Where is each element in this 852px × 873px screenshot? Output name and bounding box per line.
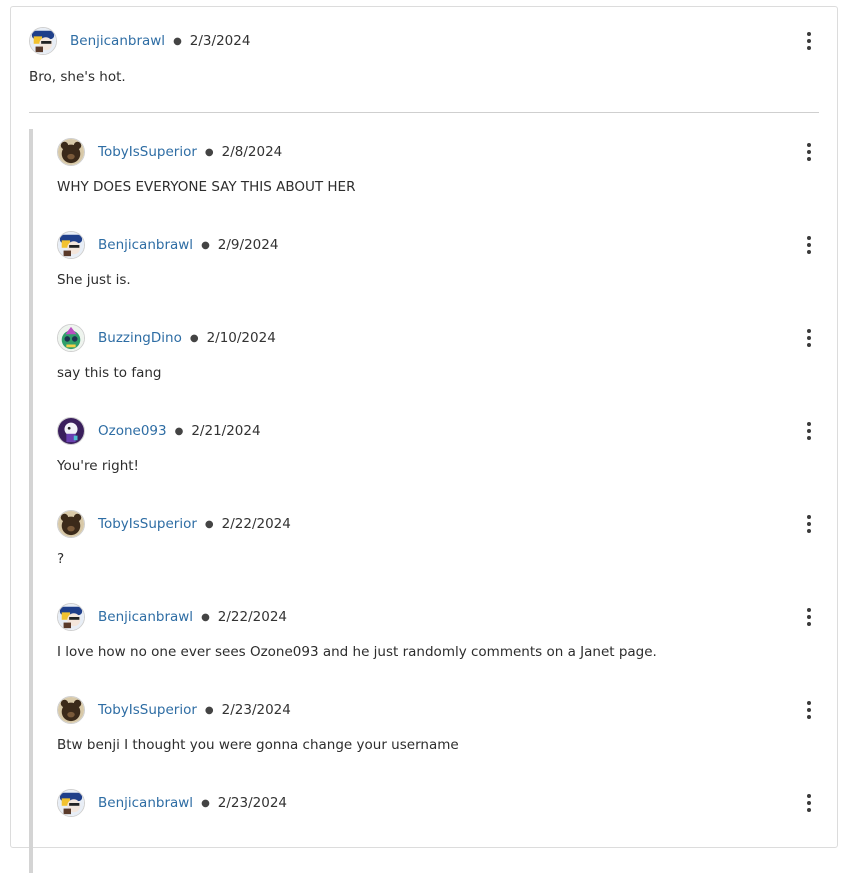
- separator-dot: ●: [204, 704, 214, 716]
- tobyissuperior-avatar-icon[interactable]: [57, 696, 85, 724]
- reply-header: Ozone093 ● 2/21/2024: [57, 408, 819, 447]
- more-options-icon[interactable]: [799, 791, 819, 815]
- more-options-icon[interactable]: [799, 140, 819, 164]
- reply-header: TobyIsSuperior ● 2/8/2024: [57, 129, 819, 168]
- ozone093-avatar-icon[interactable]: [57, 417, 85, 445]
- benjicanbrawl-avatar-icon[interactable]: [57, 231, 85, 259]
- separator-dot: ●: [173, 35, 182, 47]
- reply-date: 2/23/2024: [221, 702, 291, 718]
- more-options-icon[interactable]: [799, 605, 819, 629]
- reply-text: say this to fang: [57, 365, 162, 381]
- benjicanbrawl-avatar-icon[interactable]: [57, 789, 85, 817]
- reply-item: TobyIsSuperior ● 2/23/2024 Btw benji I t…: [29, 687, 819, 780]
- separator-dot: ●: [174, 425, 184, 437]
- separator-dot: ●: [201, 797, 210, 809]
- more-options-icon[interactable]: [799, 29, 819, 53]
- reply-item: TobyIsSuperior ● 2/22/2024 ?: [29, 501, 819, 594]
- more-options-icon[interactable]: [799, 233, 819, 257]
- reply-header: BuzzingDino ● 2/10/2024: [57, 315, 819, 354]
- reply-date: 2/9/2024: [217, 237, 279, 253]
- separator-dot: ●: [201, 239, 210, 251]
- reply-item: Benjicanbrawl ● 2/23/2024: [29, 780, 819, 873]
- reply-header: Benjicanbrawl ● 2/9/2024: [57, 222, 819, 261]
- reply-date: 2/23/2024: [217, 795, 288, 811]
- reply-username[interactable]: Benjicanbrawl: [98, 795, 193, 811]
- comment-card: Benjicanbrawl ● 2/3/2024 Bro, she's hot.…: [10, 6, 838, 873]
- reply-text: WHY DOES EVERYONE SAY THIS ABOUT HER: [57, 179, 356, 195]
- reply-date: 2/8/2024: [221, 144, 283, 160]
- reply-username[interactable]: Ozone093: [98, 423, 167, 439]
- reply-text: ?: [57, 551, 65, 567]
- comment-header: Benjicanbrawl ● 2/3/2024: [29, 25, 819, 57]
- more-options-icon[interactable]: [799, 698, 819, 722]
- reply-header: Benjicanbrawl ● 2/23/2024: [57, 780, 819, 819]
- comment-username[interactable]: Benjicanbrawl: [70, 33, 165, 49]
- reply-username[interactable]: TobyIsSuperior: [98, 516, 197, 532]
- reply-text: I love how no one ever sees Ozone093 and…: [57, 644, 657, 660]
- comment-date: 2/3/2024: [189, 33, 251, 49]
- reply-date: 2/21/2024: [191, 423, 261, 439]
- separator-dot: ●: [204, 146, 214, 158]
- more-options-icon[interactable]: [799, 326, 819, 350]
- reply-item: BuzzingDino ● 2/10/2024 say this to fang: [29, 315, 819, 408]
- reply-text: She just is.: [57, 272, 131, 288]
- divider: [29, 112, 819, 113]
- reply-text: Btw benji I thought you were gonna chang…: [57, 737, 459, 753]
- reply-date: 2/10/2024: [206, 330, 276, 346]
- tobyissuperior-avatar-icon[interactable]: [57, 510, 85, 538]
- reply-list: TobyIsSuperior ● 2/8/2024 WHY DOES EVERY…: [29, 129, 819, 873]
- reply-header: Benjicanbrawl ● 2/22/2024: [57, 594, 819, 633]
- comment-text: Bro, she's hot.: [29, 69, 126, 85]
- reply-item: TobyIsSuperior ● 2/8/2024 WHY DOES EVERY…: [29, 129, 819, 222]
- reply-date: 2/22/2024: [221, 516, 291, 532]
- tobyissuperior-avatar-icon[interactable]: [57, 138, 85, 166]
- reply-item: Benjicanbrawl ● 2/9/2024 She just is.: [29, 222, 819, 315]
- buzzingdino-avatar-icon[interactable]: [57, 324, 85, 352]
- top-comment: Benjicanbrawl ● 2/3/2024 Bro, she's hot.: [29, 25, 819, 85]
- separator-dot: ●: [201, 611, 210, 623]
- reply-header: TobyIsSuperior ● 2/22/2024: [57, 501, 819, 540]
- more-options-icon[interactable]: [799, 512, 819, 536]
- reply-username[interactable]: TobyIsSuperior: [98, 144, 197, 160]
- reply-username[interactable]: TobyIsSuperior: [98, 702, 197, 718]
- reply-username[interactable]: Benjicanbrawl: [98, 609, 193, 625]
- reply-date: 2/22/2024: [217, 609, 288, 625]
- separator-dot: ●: [204, 518, 214, 530]
- reply-header: TobyIsSuperior ● 2/23/2024: [57, 687, 819, 726]
- reply-text: You're right!: [57, 458, 139, 474]
- reply-item: Ozone093 ● 2/21/2024 You're right!: [29, 408, 819, 501]
- reply-username[interactable]: BuzzingDino: [98, 330, 182, 346]
- reply-item: Benjicanbrawl ● 2/22/2024 I love how no …: [29, 594, 819, 687]
- benjicanbrawl-avatar-icon[interactable]: [57, 603, 85, 631]
- reply-username[interactable]: Benjicanbrawl: [98, 237, 193, 253]
- more-options-icon[interactable]: [799, 419, 819, 443]
- separator-dot: ●: [189, 332, 199, 344]
- benjicanbrawl-avatar-icon[interactable]: [29, 27, 57, 55]
